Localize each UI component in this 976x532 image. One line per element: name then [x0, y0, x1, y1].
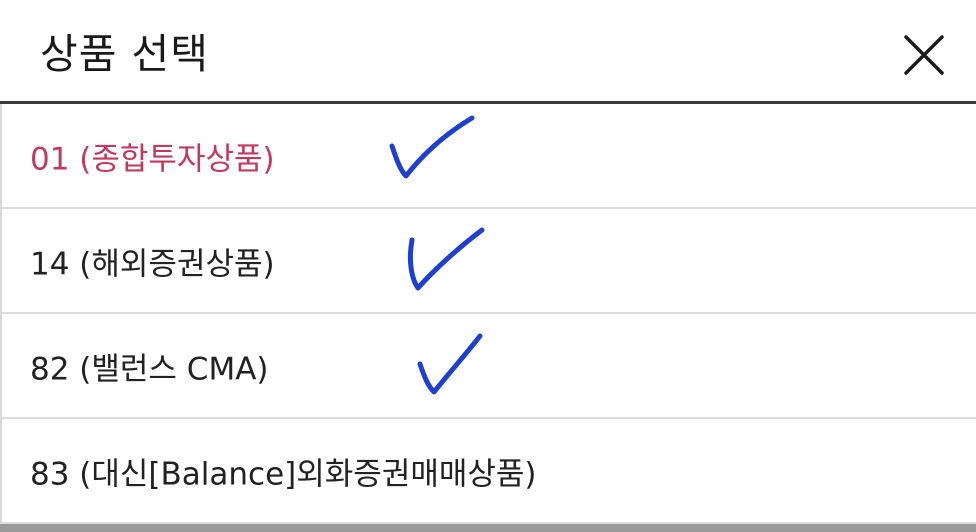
hand-check-mark-icon [407, 227, 485, 291]
hand-check-mark-icon [389, 115, 475, 179]
close-x-icon [904, 35, 944, 75]
hand-check-mark-icon [417, 333, 483, 395]
product-item-label: 14 (해외증권상품) [30, 246, 275, 282]
bottom-bar [0, 524, 976, 532]
product-item-label: 82 (밸런스 CMA) [30, 351, 269, 387]
close-button[interactable] [900, 31, 948, 79]
product-item-label: 01 (종합투자상품) [30, 141, 275, 177]
product-item-label: 83 (대신[Balance]외화증권매매상품) [30, 456, 537, 492]
product-item-83[interactable]: 83 (대신[Balance]외화증권매매상품) [0, 419, 976, 524]
product-select-dialog: 상품 선택 01 (종합투자상품) 14 (해외증권상품) 82 (밸런스 CM… [0, 0, 976, 532]
dialog-title: 상품 선택 [40, 30, 209, 78]
dialog-header: 상품 선택 [0, 0, 976, 102]
